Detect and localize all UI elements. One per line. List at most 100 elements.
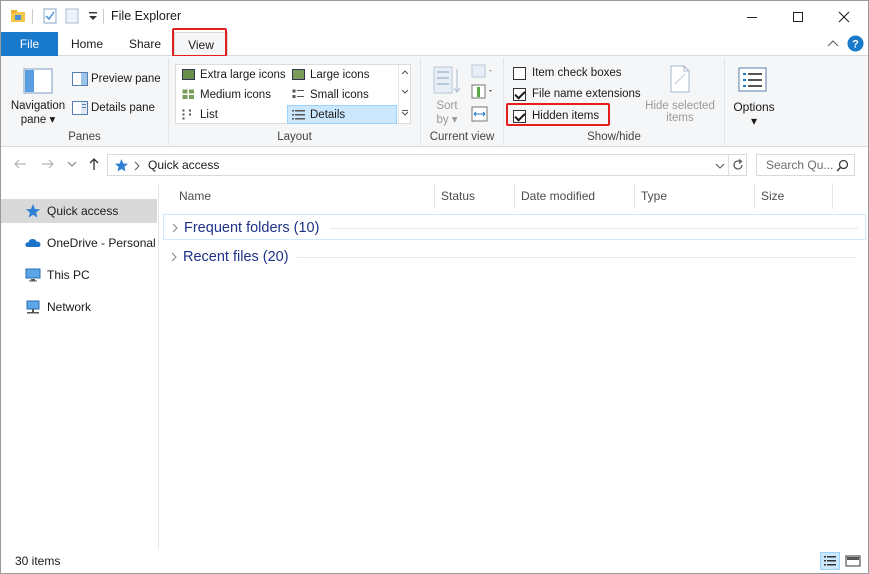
- nav-item-label: OneDrive - Personal: [47, 236, 156, 250]
- layout-small-icons[interactable]: Small icons: [288, 86, 396, 104]
- nav-item-network[interactable]: Network: [1, 295, 157, 319]
- title-bar: File Explorer: [1, 1, 868, 32]
- details-icon: [292, 110, 305, 120]
- group-divider: [330, 228, 858, 229]
- address-dropdown-icon[interactable]: [715, 162, 725, 170]
- tab-file[interactable]: File: [1, 32, 58, 56]
- new-folder-quick-icon[interactable]: [64, 8, 80, 24]
- layout-extra-large-icons[interactable]: Extra large icons: [178, 66, 286, 84]
- layout-scroll[interactable]: [398, 65, 411, 123]
- layout-medium-icons[interactable]: Medium icons: [178, 86, 286, 104]
- close-icon: [838, 11, 850, 22]
- panes-group: Navigation pane ▾ Preview pane Details p…: [1, 58, 169, 145]
- column-header-type[interactable]: Type: [635, 183, 755, 209]
- layout-details[interactable]: Details: [287, 105, 397, 124]
- file-name-extensions-checkbox[interactable]: [513, 88, 526, 101]
- options-button[interactable]: Options ▾: [729, 100, 779, 128]
- hide-selected-label: Hide selected: [645, 100, 715, 112]
- forward-arrow-icon[interactable]: [41, 158, 55, 170]
- scroll-down-icon[interactable]: [401, 89, 409, 95]
- item-check-boxes-checkbox[interactable]: [513, 67, 526, 80]
- gallery-expand-icon[interactable]: [401, 109, 409, 117]
- search-box[interactable]: Search Qu...: [756, 154, 855, 176]
- options-group: Options ▾: [725, 58, 785, 145]
- file-name-extensions-label[interactable]: File name extensions: [532, 88, 641, 100]
- options-label: Options: [733, 100, 775, 114]
- column-header-status[interactable]: Status: [435, 183, 515, 209]
- maximize-button[interactable]: [775, 1, 821, 32]
- layout-large-icons[interactable]: Large icons: [288, 66, 396, 84]
- refresh-icon[interactable]: [731, 158, 745, 172]
- search-icon[interactable]: [836, 159, 849, 172]
- address-bar[interactable]: Quick access: [107, 154, 747, 176]
- sort-by-label: Sort: [436, 100, 458, 112]
- nav-item-label: Quick access: [47, 204, 119, 218]
- medium-icons-icon: [182, 89, 194, 99]
- navigation-pane-button[interactable]: Navigation pane ▾: [10, 100, 66, 126]
- tab-share[interactable]: Share: [116, 32, 174, 56]
- preview-pane-button[interactable]: Preview pane: [91, 73, 161, 85]
- sort-by-label-2: by: [436, 114, 449, 126]
- minimize-icon: [747, 16, 757, 18]
- show-hide-group-label: Show/hide: [587, 131, 641, 143]
- tab-home[interactable]: Home: [58, 32, 116, 56]
- column-header-name[interactable]: Name: [173, 183, 435, 209]
- size-all-columns-icon[interactable]: [471, 106, 489, 122]
- network-icon: [26, 300, 40, 314]
- layout-item-label: Medium icons: [200, 89, 271, 101]
- window-title: File Explorer: [111, 9, 182, 23]
- extra-large-icons-icon: [182, 69, 195, 80]
- large-icons-view-button-icon[interactable]: [843, 552, 863, 570]
- column-header-size[interactable]: Size: [755, 183, 833, 209]
- navigation-pane-label-2: pane: [20, 114, 47, 126]
- minimize-button[interactable]: [729, 1, 775, 32]
- scroll-up-icon[interactable]: [401, 69, 409, 75]
- details-pane-button[interactable]: Details pane: [91, 102, 155, 114]
- hide-selected-items-button[interactable]: Hide selected items: [642, 100, 718, 124]
- chevron-right-icon: [172, 223, 178, 233]
- hidden-items-highlight: [506, 103, 610, 126]
- address-path: Quick access: [148, 158, 220, 172]
- layout-item-label: Extra large icons: [200, 69, 286, 81]
- minimize-ribbon-icon[interactable]: [827, 38, 839, 48]
- add-columns-icon[interactable]: [471, 84, 495, 100]
- details-view-button-icon[interactable]: [820, 552, 840, 570]
- breadcrumb-chevron-icon[interactable]: [133, 161, 141, 171]
- close-button[interactable]: [821, 1, 867, 32]
- layout-item-label: Details: [310, 109, 346, 121]
- group-header-frequent-folders[interactable]: Frequent folders (10): [163, 214, 866, 240]
- column-header-date-modified[interactable]: Date modified: [515, 183, 635, 209]
- layout-item-label: Small icons: [310, 89, 369, 101]
- up-arrow-icon[interactable]: [87, 157, 101, 171]
- group-title: Frequent folders (10): [184, 220, 320, 236]
- recent-locations-icon[interactable]: [67, 160, 77, 168]
- group-header-recent-files[interactable]: Recent files (20): [163, 244, 866, 270]
- ribbon-tabs: File Home Share View ?: [1, 32, 868, 57]
- layout-list[interactable]: List: [178, 106, 286, 124]
- item-count: 30 items: [15, 554, 61, 568]
- star-icon: [115, 159, 128, 172]
- show-hide-group: Item check boxes File name extensions Hi…: [504, 58, 725, 145]
- navigation-pane-icon: [23, 68, 53, 94]
- back-arrow-icon[interactable]: [13, 158, 27, 170]
- nav-item-label: Network: [47, 300, 92, 314]
- item-check-boxes-label[interactable]: Item check boxes: [532, 67, 621, 79]
- maximize-icon: [793, 11, 803, 22]
- navigation-pane-label: Navigation: [10, 100, 66, 112]
- title-separator: [32, 9, 33, 24]
- properties-quick-icon[interactable]: [42, 8, 58, 24]
- preview-pane-icon: [72, 72, 88, 86]
- list-icon: [182, 109, 191, 120]
- group-divider: [297, 257, 857, 258]
- nav-item-quick-access[interactable]: Quick access: [1, 199, 157, 223]
- current-view-group-label: Current view: [429, 131, 495, 143]
- panes-group-label: Panes: [68, 131, 101, 143]
- customize-quick-access-icon[interactable]: [85, 8, 101, 24]
- nav-item-onedrive[interactable]: OneDrive - Personal: [1, 231, 157, 255]
- nav-item-this-pc[interactable]: This PC: [1, 263, 157, 287]
- layout-group-label: Layout: [277, 131, 312, 143]
- hide-selected-label-2: items: [666, 112, 694, 124]
- group-by-icon[interactable]: [471, 64, 495, 80]
- sort-by-button[interactable]: Sort by ▾: [432, 100, 462, 126]
- help-icon[interactable]: ?: [847, 35, 864, 52]
